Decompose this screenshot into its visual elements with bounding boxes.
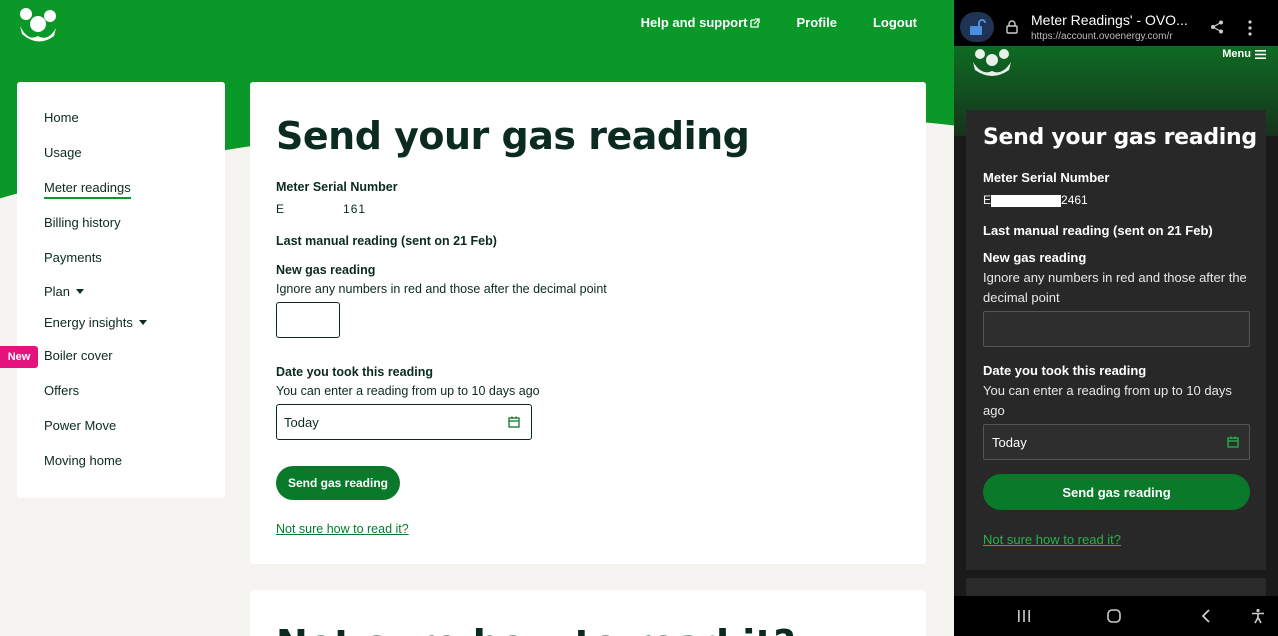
- status-bar: [954, 0, 1278, 8]
- hamburger-icon: [1255, 49, 1266, 59]
- sidebar-item-label: Billing history: [44, 215, 121, 230]
- sidebar-item-label: Power Move: [44, 418, 117, 433]
- sidebar-item-energy-insights[interactable]: Energy insights: [44, 315, 147, 330]
- date-hint: You can enter a reading from up to 10 da…: [983, 383, 1232, 418]
- gas-reading-input[interactable]: [276, 302, 340, 338]
- how-to-read-link[interactable]: Not sure how to read it?: [276, 522, 409, 536]
- tab-switcher-button[interactable]: [960, 12, 994, 42]
- profile-link[interactable]: Profile: [796, 15, 836, 30]
- gas-reading-input[interactable]: [983, 311, 1250, 347]
- home-icon[interactable]: [1106, 608, 1122, 624]
- redacted-block: [991, 194, 1062, 207]
- sidebar-item-label: Boiler cover: [44, 348, 113, 363]
- sidebar-item-usage[interactable]: Usage: [44, 145, 82, 160]
- logout-link[interactable]: Logout: [873, 15, 917, 30]
- sidebar-item-label: Usage: [44, 145, 82, 160]
- mobile-gas-reading-card: Send your gas reading Meter Serial Numbe…: [966, 110, 1266, 570]
- calendar-icon[interactable]: [508, 416, 520, 428]
- new-badge: New: [0, 346, 38, 368]
- help-card-title: Not sure how to read it?: [276, 622, 796, 636]
- gas-reading-card: Send your gas reading Meter Serial Numbe…: [250, 82, 926, 564]
- serial-label: Meter Serial Number: [983, 170, 1110, 185]
- redacted-block: [285, 203, 344, 213]
- top-navigation: Help and support Profile Logout: [641, 15, 917, 30]
- serial-start: E: [276, 202, 286, 216]
- send-gas-reading-button[interactable]: Send gas reading: [276, 466, 400, 500]
- new-reading-label: New gas reading: [983, 250, 1087, 265]
- sidebar-item-label: Meter readings: [44, 180, 131, 199]
- external-link-icon: [750, 17, 761, 28]
- share-icon[interactable]: [1210, 20, 1224, 34]
- ovo-logo[interactable]: [970, 46, 1014, 78]
- serial-start: E: [983, 193, 992, 207]
- sidebar-item-power-move[interactable]: Power Move: [44, 418, 116, 433]
- browser-url-bar: Meter Readings' - OVO... https://account…: [954, 8, 1278, 46]
- sidebar-item-label: Plan: [44, 284, 71, 299]
- date-label: Date you took this reading: [983, 363, 1147, 378]
- sidebar-item-boiler-cover[interactable]: Boiler cover: [44, 348, 113, 363]
- sidebar: Home Usage Meter readings Billing histor…: [17, 82, 225, 498]
- sidebar-item-payments[interactable]: Payments: [44, 250, 102, 265]
- lock-icon: [1006, 20, 1018, 34]
- last-reading-text: Last manual reading (sent on 21 Feb): [276, 234, 497, 248]
- new-reading-hint: Ignore any numbers in red and those afte…: [276, 282, 607, 296]
- serial-value: E 161: [276, 202, 366, 216]
- serial-end: 2461: [1061, 193, 1088, 207]
- help-card: Not sure how to read it?: [250, 590, 926, 636]
- recent-apps-icon[interactable]: [1016, 608, 1032, 624]
- sidebar-item-label: Energy insights: [44, 315, 133, 330]
- last-reading-text: Last manual reading (sent on 21 Feb): [983, 223, 1213, 238]
- sidebar-item-meter-readings[interactable]: Meter readings: [44, 180, 131, 199]
- page-title: Send your gas reading: [276, 114, 750, 158]
- sidebar-item-label: Offers: [44, 383, 80, 398]
- date-value: Today: [992, 435, 1027, 450]
- date-input[interactable]: Today: [983, 424, 1250, 460]
- browser-url[interactable]: https://account.ovoenergy.com/r: [1031, 31, 1173, 42]
- sidebar-item-home[interactable]: Home: [44, 110, 79, 125]
- calendar-icon[interactable]: [1227, 436, 1239, 448]
- mobile-view: Meter Readings' - OVO... https://account…: [954, 0, 1278, 636]
- sidebar-item-label: Moving home: [44, 453, 123, 468]
- new-reading-label: New gas reading: [276, 263, 376, 277]
- unlock-icon: [970, 19, 986, 35]
- sidebar-item-moving-home[interactable]: Moving home: [44, 453, 122, 468]
- sidebar-item-billing-history[interactable]: Billing history: [44, 215, 121, 230]
- date-label: Date you took this reading: [276, 365, 433, 379]
- chevron-down-icon: [76, 289, 85, 294]
- chevron-down-icon: [138, 320, 147, 325]
- menu-label: Menu: [1222, 48, 1251, 60]
- sidebar-item-plan[interactable]: Plan: [44, 284, 85, 299]
- more-options-icon[interactable]: [1248, 20, 1252, 36]
- date-value: Today: [284, 415, 319, 430]
- serial-value: E 2461: [983, 193, 1088, 207]
- help-and-support-link[interactable]: Help and support: [641, 15, 761, 30]
- sidebar-item-offers[interactable]: Offers: [44, 383, 79, 398]
- page-title: Send your gas reading: [983, 125, 1257, 150]
- accessibility-icon[interactable]: [1250, 608, 1266, 624]
- android-nav-bar: [954, 596, 1278, 636]
- new-reading-hint: Ignore any numbers in red and those afte…: [983, 270, 1247, 305]
- back-icon[interactable]: [1198, 608, 1214, 624]
- serial-end: 161: [343, 202, 367, 216]
- date-hint: You can enter a reading from up to 10 da…: [276, 384, 540, 398]
- serial-label: Meter Serial Number: [276, 180, 398, 194]
- ovo-logo[interactable]: [16, 2, 58, 44]
- sidebar-item-label: Home: [44, 110, 79, 125]
- how-to-read-link[interactable]: Not sure how to read it?: [983, 532, 1121, 547]
- send-gas-reading-button[interactable]: Send gas reading: [983, 474, 1250, 510]
- mobile-menu-button[interactable]: Menu: [1222, 48, 1266, 60]
- date-input[interactable]: Today: [276, 404, 532, 440]
- help-link-label: Help and support: [640, 15, 748, 30]
- desktop-view: Help and support Profile Logout Home Usa…: [0, 0, 954, 636]
- sidebar-item-label: Payments: [44, 250, 102, 265]
- browser-tab-title[interactable]: Meter Readings' - OVO...: [1031, 12, 1188, 28]
